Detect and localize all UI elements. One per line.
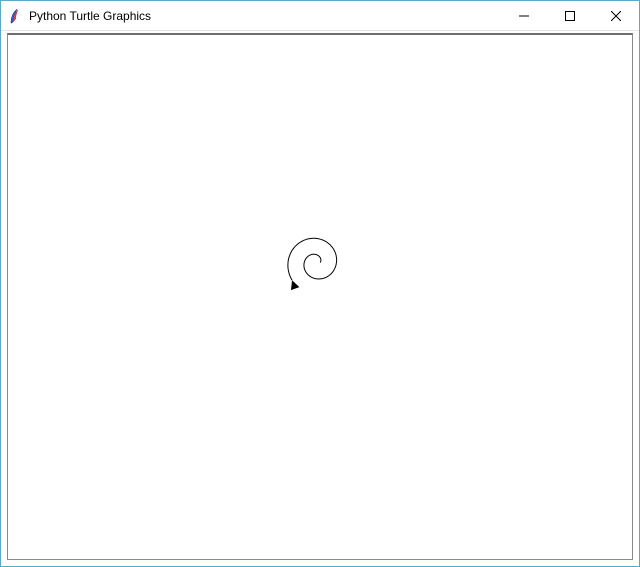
client-area xyxy=(1,31,639,566)
canvas-frame xyxy=(7,33,633,560)
minimize-icon xyxy=(519,11,529,21)
turtle-canvas xyxy=(8,35,632,561)
close-button[interactable] xyxy=(593,1,639,30)
close-icon xyxy=(611,11,621,21)
maximize-icon xyxy=(565,11,575,21)
minimize-button[interactable] xyxy=(501,1,547,30)
maximize-button[interactable] xyxy=(547,1,593,30)
window-title: Python Turtle Graphics xyxy=(29,9,151,23)
turtle-cursor-icon xyxy=(291,280,299,290)
spiral-drawing xyxy=(288,238,337,280)
app-window: Python Turtle Graphics xyxy=(0,0,640,567)
tk-feather-icon xyxy=(7,8,23,24)
titlebar[interactable]: Python Turtle Graphics xyxy=(1,1,639,31)
window-controls xyxy=(501,1,639,30)
